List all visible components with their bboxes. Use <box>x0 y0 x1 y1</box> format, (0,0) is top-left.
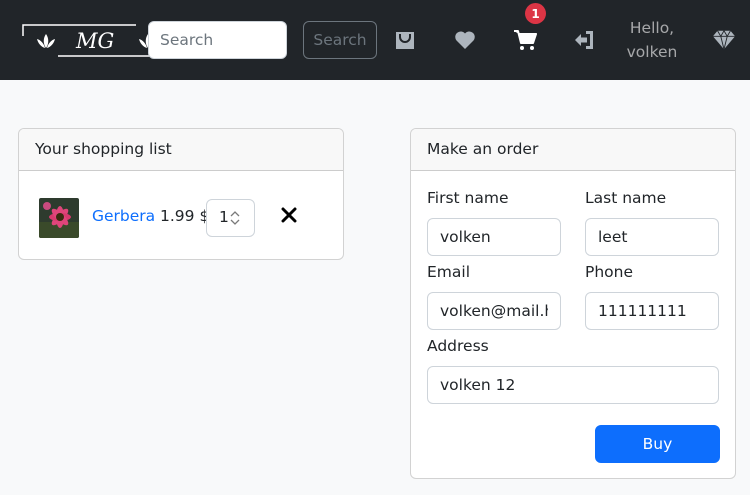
order-form-card: Make an order First name Last name Email… <box>410 128 736 479</box>
navbar: MG Search 1 Hello, volken <box>0 0 750 80</box>
address-label: Address <box>427 337 489 355</box>
product-thumbnail[interactable] <box>39 198 79 238</box>
last-name-field[interactable] <box>585 218 719 256</box>
logo-text: MG <box>75 29 114 53</box>
lotus-icon <box>37 34 55 48</box>
user-greeting: Hello, volken <box>626 19 678 61</box>
bag-icon[interactable] <box>393 28 417 52</box>
diamond-icon[interactable] <box>712 28 736 52</box>
product-name-link[interactable]: Gerbera <box>92 207 155 225</box>
buy-button[interactable]: Buy <box>595 425 720 463</box>
first-name-field[interactable] <box>427 218 561 256</box>
phone-field[interactable] <box>585 292 719 330</box>
phone-label: Phone <box>585 263 634 281</box>
remove-item-close-icon[interactable] <box>281 207 297 223</box>
shopping-list-card: Your shopping list Gerbera 1.99 $ 1 <box>18 128 344 260</box>
spinner-arrows-icon[interactable] <box>229 210 241 227</box>
first-name-label: First name <box>427 189 509 207</box>
email-field[interactable] <box>427 292 561 330</box>
quantity-stepper[interactable]: 1 <box>206 199 255 237</box>
product-price: 1.99 $ <box>160 207 210 225</box>
shopping-list-title: Your shopping list <box>19 129 343 171</box>
last-name-label: Last name <box>585 189 667 207</box>
site-logo[interactable]: MG <box>22 22 152 58</box>
email-label: Email <box>427 263 471 281</box>
cart-icon[interactable] <box>513 28 537 52</box>
heart-icon[interactable] <box>453 28 477 52</box>
address-field[interactable] <box>427 366 719 404</box>
search-button[interactable]: Search <box>303 21 377 59</box>
logout-icon[interactable] <box>572 28 596 52</box>
quantity-value: 1 <box>219 208 229 226</box>
search-input[interactable] <box>148 21 287 59</box>
order-form-title: Make an order <box>411 129 735 171</box>
cart-count-badge: 1 <box>525 3 546 24</box>
